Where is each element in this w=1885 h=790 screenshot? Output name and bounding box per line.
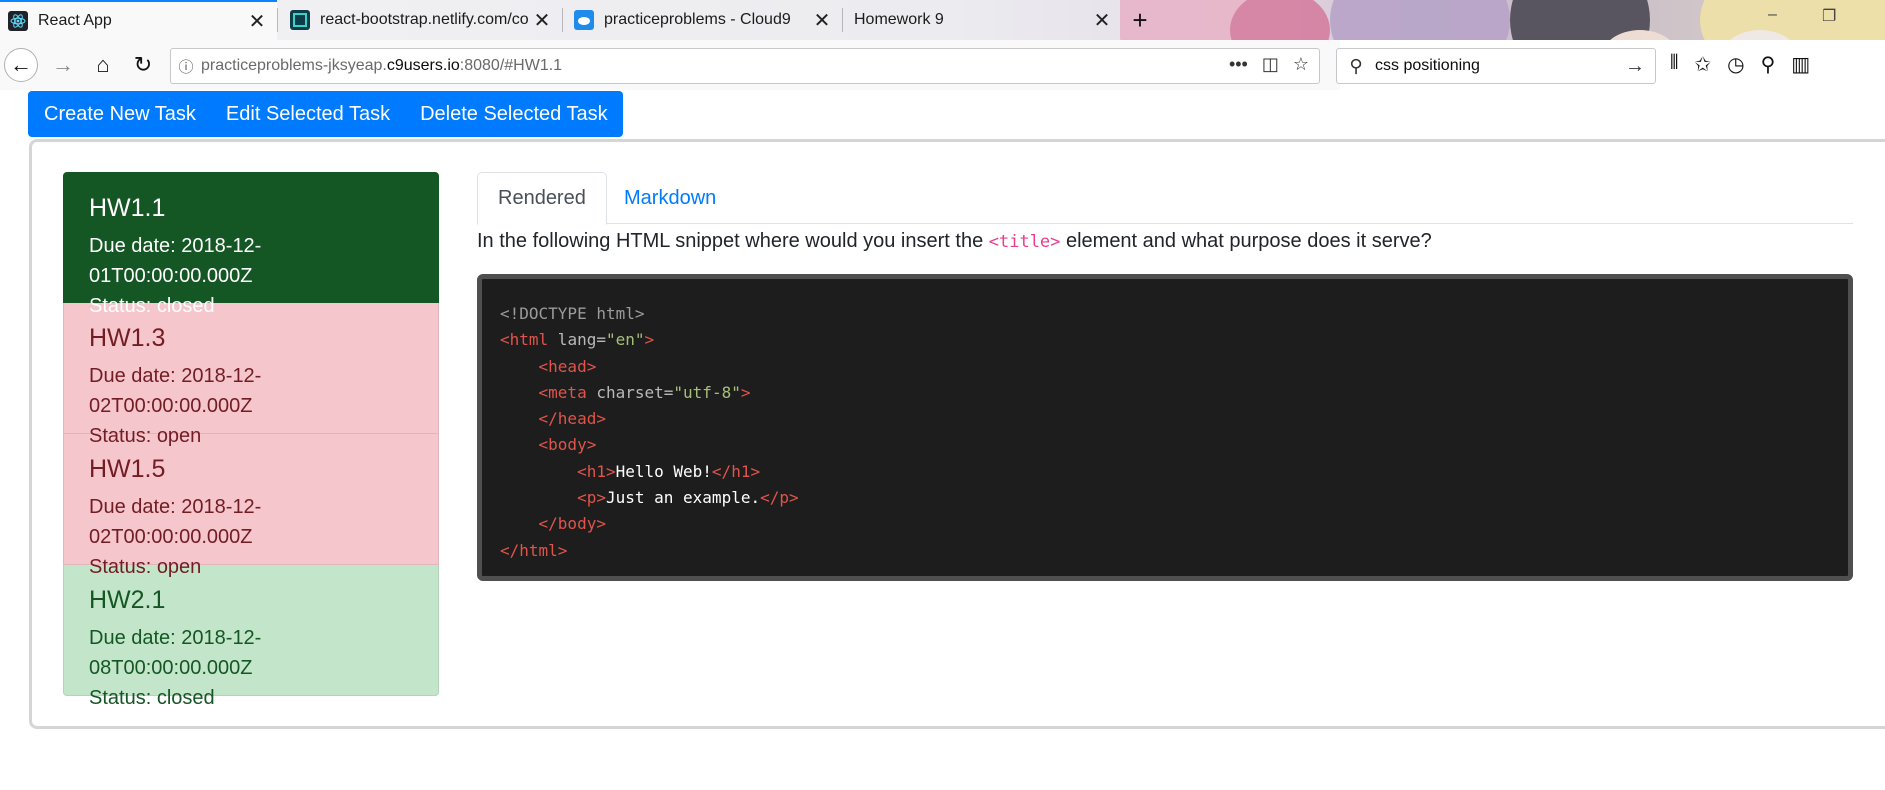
- new-tab-button[interactable]: +: [1125, 5, 1155, 35]
- create-task-button[interactable]: Create New Task: [28, 91, 211, 137]
- question-after: element and what purpose does it serve?: [1060, 230, 1432, 252]
- history-icon[interactable]: ◷: [1727, 52, 1744, 77]
- search-go-arrow-icon[interactable]: →: [1625, 55, 1645, 78]
- task-due-date: Due date: 2018-12-02T00:00:00.000Z: [89, 496, 262, 548]
- tab-title: practiceproblems - Cloud9: [604, 11, 791, 28]
- detail-tabs: Rendered Markdown: [477, 172, 1853, 225]
- browser-tab-strip: React App ✕ react-bootstrap.netlify.com/…: [0, 0, 1885, 40]
- tab-divider: [562, 8, 563, 32]
- reload-icon[interactable]: ↻: [126, 48, 160, 82]
- task-list: HW1.1 Due date: 2018-12-01T00:00:00.000Z…: [63, 172, 439, 709]
- tab-markdown[interactable]: Markdown: [604, 172, 736, 224]
- task-title: HW1.5: [89, 455, 166, 483]
- back-arrow-icon[interactable]: ←: [4, 48, 38, 82]
- search-icon: ⚲: [1349, 55, 1363, 76]
- url-bar[interactable]: ⓘ practiceproblems-jksyeap.c9users.io:80…: [170, 48, 1320, 84]
- code-line: <html lang="en">: [500, 330, 655, 350]
- netlify-icon: [290, 10, 310, 30]
- close-tab-icon[interactable]: ✕: [245, 9, 269, 33]
- url-domain: c9users.io: [386, 57, 460, 74]
- find-icon[interactable]: ⚲: [1761, 52, 1776, 77]
- task-item-hw1-3[interactable]: HW1.3 Due date: 2018-12-02T00:00:00.000Z…: [63, 303, 439, 447]
- task-item-hw1-5[interactable]: HW1.5 Due date: 2018-12-02T00:00:00.000Z…: [63, 434, 439, 578]
- code-block: <!DOCTYPE html> <html lang="en"> <head> …: [477, 274, 1853, 581]
- close-tab-icon[interactable]: ✕: [1090, 8, 1114, 32]
- bookmark-star-icon[interactable]: ☆: [1293, 54, 1309, 75]
- forward-arrow-icon[interactable]: →: [46, 48, 80, 82]
- code-line: </head>: [538, 409, 606, 429]
- task-action-toolbar: Create New Task Edit Selected Task Delet…: [28, 91, 623, 137]
- code-line: <h1>Hello Web!</h1>: [577, 461, 761, 481]
- task-due-date: Due date: 2018-12-08T00:00:00.000Z: [89, 627, 262, 679]
- tab-title: React App: [38, 12, 112, 29]
- close-tab-icon[interactable]: ✕: [810, 8, 834, 32]
- task-item-hw1-1[interactable]: HW1.1 Due date: 2018-12-01T00:00:00.000Z…: [63, 172, 439, 317]
- react-icon: [8, 11, 28, 31]
- task-title: HW1.3: [89, 324, 166, 352]
- edit-task-button[interactable]: Edit Selected Task: [211, 91, 405, 137]
- bookmark-manager-icon[interactable]: ✩: [1694, 52, 1711, 77]
- task-due-date: Due date: 2018-12-02T00:00:00.000Z: [89, 365, 262, 417]
- task-title: HW2.1: [89, 586, 166, 614]
- browser-toolbar-right: ⫴ ✩ ◷ ⚲ ▥: [1670, 52, 1810, 77]
- delete-task-button[interactable]: Delete Selected Task: [405, 91, 623, 137]
- restore-icon[interactable]: ❐: [1822, 6, 1836, 26]
- search-input[interactable]: css positioning: [1375, 57, 1480, 75]
- code-line: <p>Just an example.</p>: [577, 488, 799, 508]
- code-line: <head>: [538, 356, 597, 376]
- search-bar[interactable]: ⚲ css positioning →: [1336, 48, 1656, 84]
- library-icon[interactable]: ⫴: [1670, 52, 1678, 77]
- tab-rendered[interactable]: Rendered: [477, 172, 607, 225]
- home-icon[interactable]: ⌂: [86, 48, 120, 82]
- task-title: HW1.1: [89, 194, 166, 222]
- url-suffix: :8080/#HW1.1: [459, 57, 563, 74]
- tab-title: react-bootstrap.netlify.com/co: [320, 11, 529, 28]
- question-before: In the following HTML snippet where woul…: [477, 230, 989, 252]
- inline-code-title: <title>: [988, 232, 1061, 252]
- browser-tab-homework[interactable]: Homework 9 ✕: [846, 0, 1122, 40]
- browser-tab-react-app[interactable]: React App ✕: [0, 0, 277, 40]
- site-info-icon[interactable]: ⓘ: [171, 56, 201, 77]
- task-status: Status: closed: [89, 687, 215, 709]
- sidebar-icon[interactable]: ▥: [1791, 52, 1810, 77]
- url-text[interactable]: practiceproblems-jksyeap.c9users.io:8080…: [201, 57, 562, 75]
- code-line: <body>: [538, 435, 597, 455]
- browser-tab-cloud9[interactable]: practiceproblems - Cloud9 ✕: [566, 0, 842, 40]
- cloud9-icon: [574, 10, 594, 30]
- url-prefix: practiceproblems-jksyeap.: [201, 57, 387, 74]
- tab-title: Homework 9: [854, 11, 944, 28]
- code-line: <!DOCTYPE html>: [500, 304, 645, 323]
- minimize-icon[interactable]: –: [1768, 6, 1777, 24]
- close-tab-icon[interactable]: ✕: [530, 8, 554, 32]
- browser-tab-react-bootstrap[interactable]: react-bootstrap.netlify.com/co ✕: [282, 0, 562, 40]
- pocket-icon[interactable]: ◫: [1262, 54, 1279, 75]
- tab-divider: [842, 8, 843, 32]
- task-item-hw2-1[interactable]: HW2.1 Due date: 2018-12-08T00:00:00.000Z…: [63, 565, 439, 709]
- code-line: </html>: [500, 540, 568, 560]
- task-due-date: Due date: 2018-12-01T00:00:00.000Z: [89, 235, 262, 287]
- question-text: In the following HTML snippet where woul…: [477, 228, 1432, 255]
- page-actions-icon[interactable]: •••: [1229, 54, 1248, 75]
- code-line: </body>: [538, 514, 606, 534]
- tab-divider: [277, 8, 278, 32]
- code-line: <meta charset="utf-8">: [538, 382, 751, 402]
